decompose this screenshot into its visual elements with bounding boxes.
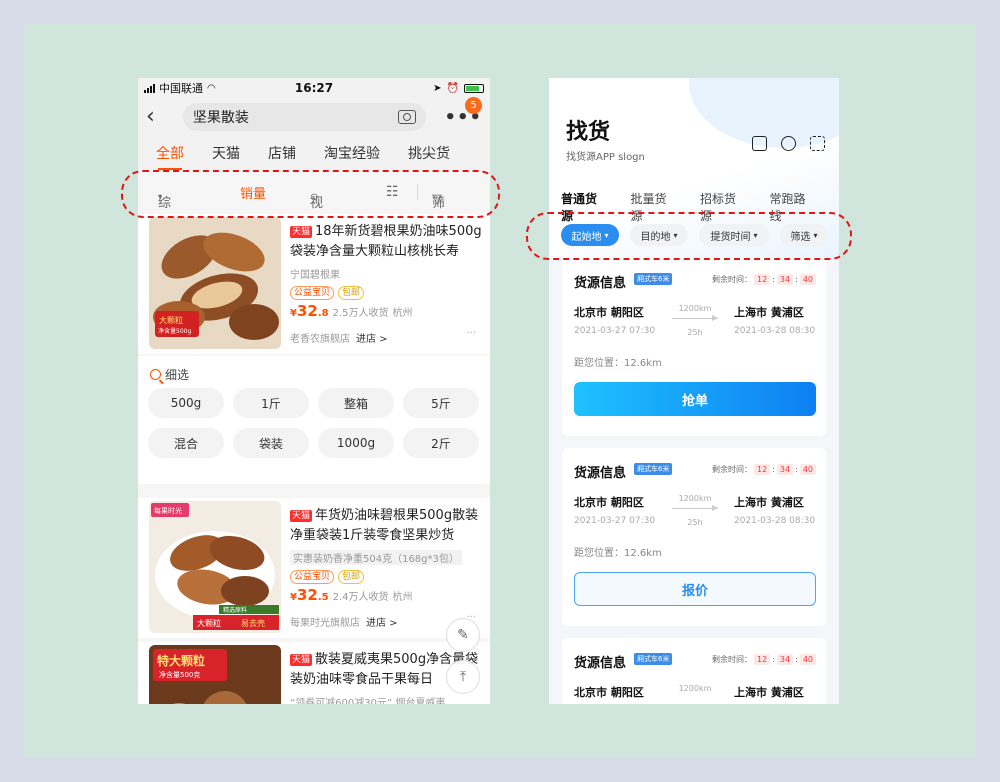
search-bar-row: ‹ 坚果散装 ••• 5 bbox=[138, 97, 490, 136]
image-label-raw: 精选原料 bbox=[223, 606, 247, 614]
product-subtitle: “领券可减600减30元” 烟台夏威夷 bbox=[290, 698, 446, 704]
destination-city: 上海市 黄浦区 bbox=[734, 496, 804, 509]
refine-panel: 细选 500g 1斤 整箱 5斤 混合 袋装 1000g 2斤 bbox=[138, 356, 490, 484]
card-title: 货源信息 bbox=[574, 276, 627, 291]
destination-date: 2021-03-28 08:30 bbox=[734, 326, 816, 336]
refine-chip[interactable]: 混合 bbox=[148, 428, 224, 458]
product-tags: 公益宝贝 包邮 bbox=[290, 286, 365, 300]
scroll-top-icon[interactable]: ⤒ bbox=[446, 660, 480, 694]
countdown: 剩余时间： 12:34:40 bbox=[712, 464, 816, 475]
tab-shops[interactable]: 店铺 bbox=[268, 143, 296, 163]
tmall-badge: 天猫 bbox=[290, 510, 313, 522]
more-options-icon[interactable]: ··· bbox=[466, 328, 476, 339]
product-image: 特大颗粒 净含量500克 bbox=[149, 645, 281, 704]
product-price: ¥32.5 2.4万人收货 杭州 bbox=[290, 586, 413, 604]
notification-badge: 5 bbox=[465, 97, 482, 114]
product-title: 天猫 年货奶油味碧根果500g散装净重袋装1斤装零食坚果炒货 bbox=[290, 508, 479, 543]
route-distance: 1200km bbox=[678, 684, 712, 693]
distance-from-you: 距您位置：12.6km bbox=[574, 548, 662, 559]
search-icon bbox=[150, 369, 161, 380]
refine-chip[interactable]: 1斤 bbox=[233, 388, 309, 418]
destination-city: 上海市 黄浦区 bbox=[734, 686, 804, 699]
product-price: ¥32.8 2.5万人收货 杭州 bbox=[290, 302, 413, 320]
cargo-card[interactable]: 货源信息 厢式车6米 剩余时间： 12:34:40 北京市 朝阳区 1200km … bbox=[562, 258, 826, 436]
app-slogan: 找货源APP slogn bbox=[566, 152, 645, 163]
cargo-card[interactable]: 货源信息 厢式车6米 剩余时间： 12:34:40 北京市 朝阳区 1200km … bbox=[562, 638, 826, 704]
highlight-filter-bar-right bbox=[526, 212, 852, 260]
route-distance: 1200km bbox=[678, 304, 712, 313]
route-duration: 25h bbox=[687, 328, 703, 337]
image-label-weight: 净含量500克 bbox=[159, 670, 200, 679]
tab-experience[interactable]: 淘宝经验 bbox=[324, 143, 380, 163]
status-bar: 中国联通 ◠ 16:27 ➤ ⏰ bbox=[138, 78, 490, 98]
image-label-big: 特大颗粒 bbox=[157, 653, 205, 668]
search-input[interactable]: 坚果散装 bbox=[182, 103, 427, 131]
origin-city: 北京市 朝阳区 bbox=[574, 686, 644, 699]
refine-chip[interactable]: 1000g bbox=[318, 428, 394, 458]
card-title: 货源信息 bbox=[574, 466, 627, 481]
image-label-big: 大颗粒 bbox=[197, 618, 221, 628]
product-image: 大颗粒 净含量500g bbox=[149, 217, 281, 349]
refine-chip[interactable]: 2斤 bbox=[403, 428, 479, 458]
destination-date: 2021-03-28 08:30 bbox=[734, 516, 816, 526]
product-subtitle: 宁国碧根果 bbox=[290, 270, 340, 281]
origin-city: 北京市 朝阳区 bbox=[574, 496, 644, 509]
image-label-weight: 净含量500g bbox=[158, 327, 191, 335]
grab-order-button[interactable]: 抢单 bbox=[574, 382, 816, 416]
tmall-badge: 天猫 bbox=[290, 654, 313, 666]
origin-city: 北京市 朝阳区 bbox=[574, 306, 644, 319]
vehicle-tag: 厢式车6米 bbox=[634, 273, 673, 285]
card-title: 货源信息 bbox=[574, 656, 627, 671]
logistics-app-screen: 找货 找货源APP slogn 普通货源 批量货源 招标货源 常跑路线 起始地 … bbox=[549, 78, 839, 704]
tmall-badge: 天猫 bbox=[290, 226, 313, 238]
highlight-filter-bar-left bbox=[121, 170, 500, 218]
image-brand-label: 每果时光 bbox=[154, 506, 182, 515]
tab-tmall[interactable]: 天猫 bbox=[212, 143, 240, 163]
product-card[interactable]: 大颗粒 净含量500g 天猫 18年新货碧根果奶油味500g袋装净含量大颗粒山核桃… bbox=[138, 214, 490, 354]
message-icon[interactable] bbox=[781, 136, 796, 151]
countdown: 剩余时间： 12:34:40 bbox=[712, 654, 816, 665]
camera-icon[interactable] bbox=[398, 110, 417, 124]
clock: 16:27 bbox=[294, 81, 334, 95]
back-arrow-icon[interactable]: ‹ bbox=[146, 106, 167, 128]
refine-chip[interactable]: 袋装 bbox=[233, 428, 309, 458]
route-duration: 25h bbox=[687, 518, 703, 527]
edit-note-icon[interactable]: ✎ bbox=[446, 618, 480, 652]
destination-city: 上海市 黄浦区 bbox=[734, 306, 804, 319]
origin-date: 2021-03-27 07:30 bbox=[574, 516, 656, 526]
product-subtitle: 实惠装奶香净重504克（168g*3包） bbox=[290, 550, 462, 565]
vehicle-tag: 厢式车6米 bbox=[634, 463, 673, 475]
product-card[interactable]: 每果时光 精选原料 大颗粒 易去壳 天猫 年货奶油味碧根果500g散装净重袋装1斤… bbox=[138, 498, 490, 638]
origin-date: 2021-03-27 07:30 bbox=[574, 326, 656, 336]
refine-chip[interactable]: 整箱 bbox=[318, 388, 394, 418]
scan-icon[interactable] bbox=[810, 136, 825, 151]
refine-chip[interactable]: 500g bbox=[148, 388, 224, 418]
tab-picks[interactable]: 挑尖货 bbox=[408, 143, 450, 163]
refine-title: 细选 bbox=[150, 366, 189, 383]
route-arrow bbox=[672, 505, 718, 511]
image-label-big: 大颗粒 bbox=[159, 315, 183, 325]
search-query: 坚果散装 bbox=[192, 110, 249, 126]
category-tabs: 全部 天猫 店铺 淘宝经验 挑尖货 bbox=[138, 136, 490, 170]
page-title: 找货 bbox=[566, 120, 611, 145]
route-distance: 1200km bbox=[678, 494, 712, 503]
tab-all[interactable]: 全部 bbox=[156, 143, 184, 170]
header-actions bbox=[752, 136, 825, 151]
calendar-icon[interactable] bbox=[752, 136, 767, 151]
shop-link[interactable]: 老香农旗舰店 进店 > bbox=[290, 330, 388, 345]
shop-link[interactable]: 每果时光旗舰店 进店 > bbox=[290, 614, 398, 629]
product-card[interactable]: 特大颗粒 净含量500克 天猫 散装夏威夷果500g净含量袋装奶油味零食品干果每日… bbox=[138, 642, 490, 704]
product-tags: 公益宝贝 包邮 bbox=[290, 570, 365, 584]
countdown: 剩余时间： 12:34:40 bbox=[712, 274, 816, 285]
image-label-easy: 易去壳 bbox=[241, 618, 265, 628]
route-arrow bbox=[672, 315, 718, 321]
cargo-card[interactable]: 货源信息 厢式车6米 剩余时间： 12:34:40 北京市 朝阳区 1200km … bbox=[562, 448, 826, 626]
refine-chip[interactable]: 5斤 bbox=[403, 388, 479, 418]
distance-from-you: 距您位置：12.6km bbox=[574, 358, 662, 369]
product-image: 每果时光 精选原料 大颗粒 易去壳 bbox=[149, 501, 281, 633]
vehicle-tag: 厢式车6米 bbox=[634, 653, 673, 665]
product-title: 天猫 18年新货碧根果奶油味500g袋装净含量大颗粒山核桃长寿 bbox=[290, 224, 482, 259]
quote-button[interactable]: 报价 bbox=[574, 572, 816, 606]
